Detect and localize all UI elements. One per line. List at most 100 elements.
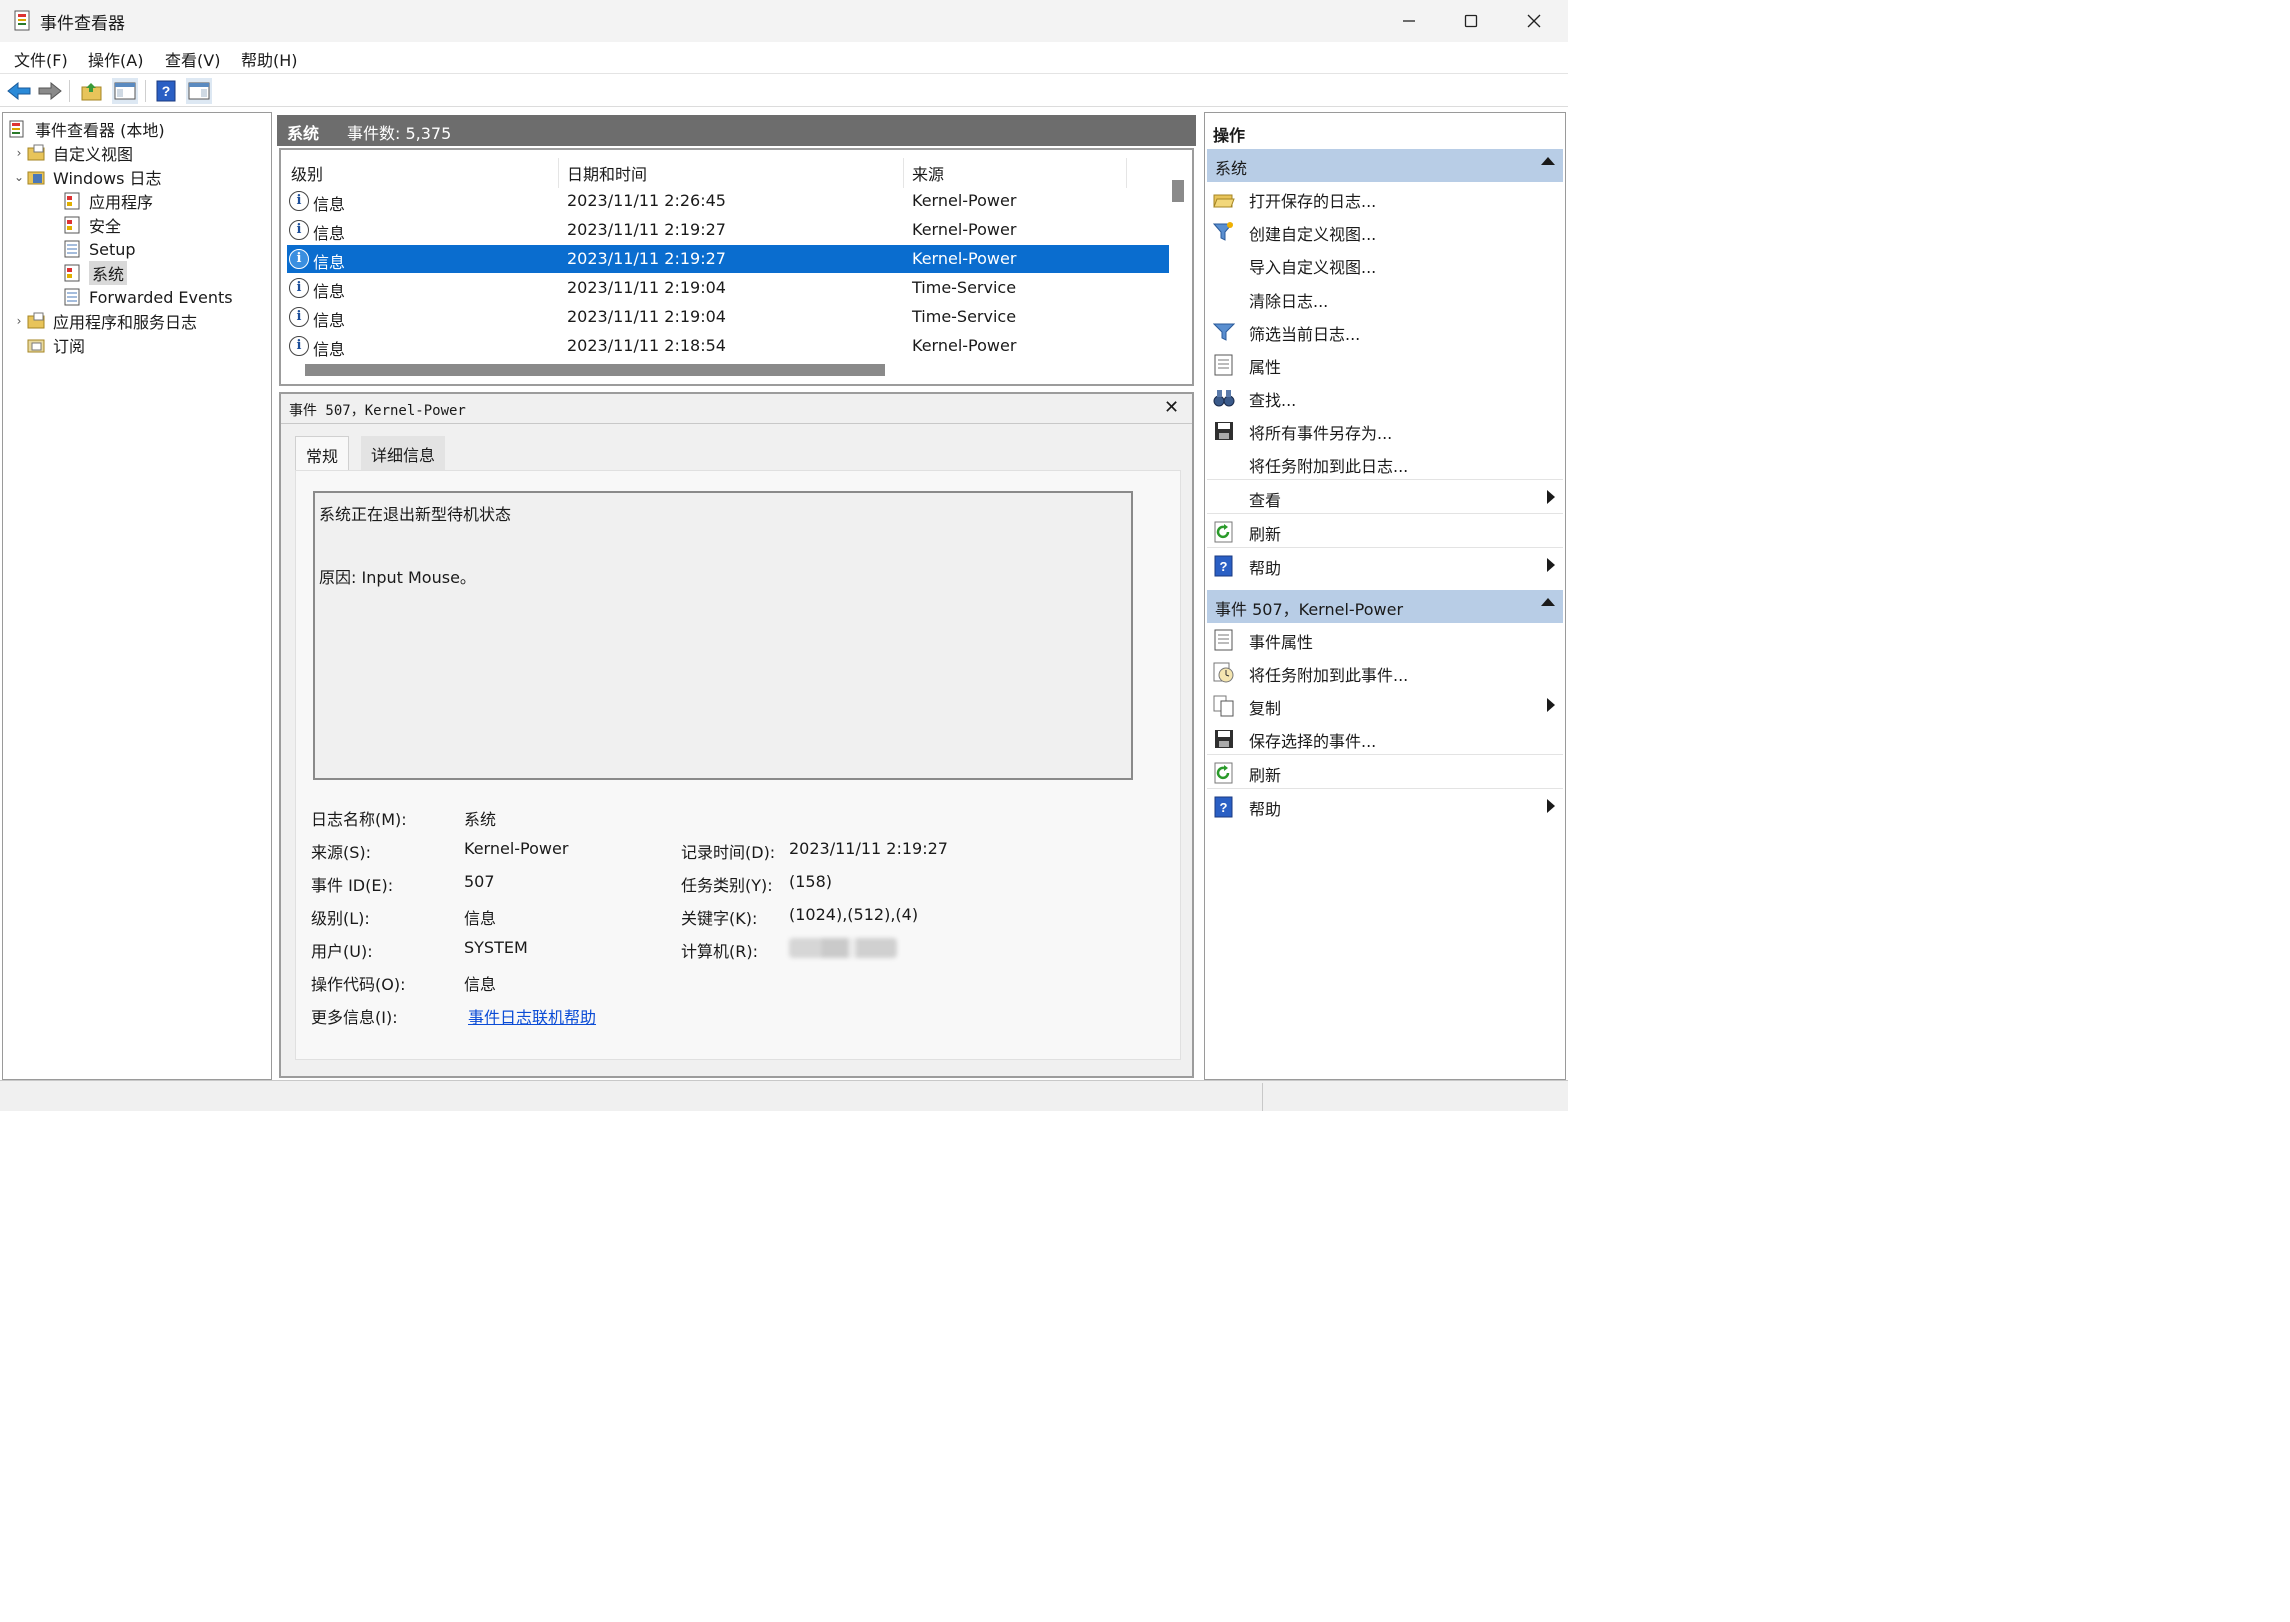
actions-section-system[interactable]: 系统 — [1207, 149, 1563, 182]
action-event-properties[interactable]: 事件属性 — [1207, 623, 1563, 656]
properties-icon — [1214, 354, 1233, 376]
row-datetime: 2023/11/11 2:18:54 — [567, 336, 726, 355]
close-button[interactable] — [1503, 0, 1565, 42]
row-level: 信息 — [313, 224, 346, 243]
action-properties[interactable]: 属性 — [1207, 348, 1563, 381]
open-folder-icon — [1213, 194, 1235, 208]
section-title: 事件 507，Kernel-Power — [1215, 600, 1404, 619]
column-header-datetime[interactable]: 日期和时间 — [567, 161, 647, 185]
tree-item-system[interactable]: 系统 — [7, 261, 233, 285]
forward-button[interactable] — [37, 78, 63, 104]
action-attach-task-to-log[interactable]: 将任务附加到此日志... — [1207, 447, 1563, 480]
save-disk-icon — [1215, 730, 1233, 748]
tree-custom-views[interactable]: › 自定义视图 — [7, 141, 233, 165]
maximize-button[interactable] — [1440, 0, 1502, 42]
action-save-all-events[interactable]: 将所有事件另存为... — [1207, 414, 1563, 447]
computer-name-redacted — [789, 938, 897, 958]
tree-item-label: 应用程序 — [89, 193, 154, 212]
table-row[interactable]: i 信息 2023/11/11 2:19:04 Time-Service — [287, 303, 1169, 331]
action-refresh-event[interactable]: 刷新 — [1207, 756, 1563, 789]
event-id-label: 事件 ID(E): — [311, 876, 394, 895]
table-row[interactable]: i 信息 2023/11/11 2:19:27 Kernel-Power — [287, 216, 1169, 244]
action-create-custom-view[interactable]: 创建自定义视图... — [1207, 215, 1563, 248]
table-row[interactable]: i 信息 2023/11/11 2:19:04 Time-Service — [287, 274, 1169, 302]
action-label: 复制 — [1249, 699, 1282, 718]
action-label: 创建自定义视图... — [1249, 225, 1377, 244]
help-toolbar-button[interactable]: ? — [153, 78, 179, 104]
actions-section-event[interactable]: 事件 507，Kernel-Power — [1207, 590, 1563, 623]
show-hide-action-pane-button[interactable] — [186, 78, 212, 104]
show-hide-tree-button[interactable] — [112, 78, 138, 104]
chevron-right-icon[interactable]: › — [11, 146, 27, 160]
close-detail-button[interactable]: ✕ — [1164, 397, 1179, 418]
column-divider[interactable] — [903, 158, 904, 188]
tree-item-application[interactable]: 应用程序 — [7, 189, 233, 213]
minimize-button[interactable] — [1378, 0, 1440, 42]
log-icon — [64, 216, 80, 234]
chevron-down-icon[interactable]: ⌄ — [11, 170, 27, 184]
event-list: 级别 日期和时间 来源 i 信息 2023/11/11 2:26:45 Kern… — [279, 148, 1194, 386]
tree-root[interactable]: 事件查看器 (本地) — [7, 117, 233, 141]
action-find[interactable]: 查找... — [1207, 381, 1563, 414]
up-folder-button[interactable] — [79, 78, 105, 104]
vertical-scrollbar-thumb[interactable] — [1172, 180, 1184, 202]
action-help-event[interactable]: ? 帮助 — [1207, 790, 1563, 823]
table-row[interactable]: i 信息 2023/11/11 2:18:54 Kernel-Power — [287, 332, 1169, 360]
action-open-saved-log[interactable]: 打开保存的日志... — [1207, 182, 1563, 215]
column-divider[interactable] — [1126, 158, 1127, 188]
column-header-source[interactable]: 来源 — [912, 161, 944, 185]
tree-subscriptions[interactable]: 订阅 — [7, 333, 233, 357]
tree-windows-logs[interactable]: ⌄ Windows 日志 — [7, 165, 233, 189]
source-value: Kernel-Power — [464, 839, 569, 858]
tab-general[interactable]: 常规 — [295, 436, 350, 470]
chevron-right-icon[interactable]: › — [11, 314, 27, 328]
tree-item-security[interactable]: 安全 — [7, 213, 233, 237]
menu-view[interactable]: 查看(V) — [165, 47, 220, 71]
action-label: 查看 — [1249, 491, 1282, 510]
tree-item-forwarded-events[interactable]: Forwarded Events — [7, 285, 233, 309]
action-view[interactable]: 查看 — [1207, 481, 1563, 514]
event-detail-title: 事件 507，Kernel-Power — [289, 403, 466, 419]
event-message-box[interactable]: 系统正在退出新型待机状态 原因: Input Mouse。 — [313, 491, 1133, 780]
back-button[interactable] — [6, 78, 32, 104]
tree-item-setup[interactable]: Setup — [7, 237, 233, 261]
message-line: 系统正在退出新型待机状态 — [319, 505, 512, 524]
action-help[interactable]: ? 帮助 — [1207, 549, 1563, 582]
column-header-level[interactable]: 级别 — [291, 161, 323, 185]
action-refresh[interactable]: 刷新 — [1207, 515, 1563, 548]
toolbar: ? — [0, 74, 1568, 107]
collapse-icon[interactable] — [1541, 598, 1555, 606]
help-book-icon: ? — [1214, 796, 1233, 818]
table-row-selected[interactable]: i 信息 2023/11/11 2:19:27 Kernel-Power — [287, 245, 1169, 273]
action-attach-task-to-event[interactable]: 将任务附加到此事件... — [1207, 656, 1563, 689]
submenu-arrow-icon — [1547, 558, 1555, 572]
action-import-custom-view[interactable]: 导入自定义视图... — [1207, 248, 1563, 281]
menu-file[interactable]: 文件(F) — [14, 47, 68, 71]
action-filter-current-log[interactable]: 筛选当前日志... — [1207, 315, 1563, 348]
table-row[interactable]: i 信息 2023/11/11 2:26:45 Kernel-Power — [287, 187, 1169, 215]
tree-app-service-logs[interactable]: › 应用程序和服务日志 — [7, 309, 233, 333]
horizontal-scrollbar-thumb[interactable] — [305, 364, 885, 376]
task-category-label: 任务类别(Y): — [681, 876, 773, 895]
menu-action[interactable]: 操作(A) — [88, 47, 143, 71]
column-divider[interactable] — [558, 158, 559, 188]
online-help-link[interactable]: 事件日志联机帮助 — [468, 1004, 596, 1028]
action-save-selected-events[interactable]: 保存选择的事件... — [1207, 722, 1563, 755]
keywords-value: (1024),(512),(4) — [789, 905, 919, 924]
menu-help[interactable]: 帮助(H) — [241, 47, 298, 71]
collapse-icon[interactable] — [1541, 157, 1555, 165]
actions-pane: 操作 系统 打开保存的日志... 创建自定义视图... 导入自定义视图... 清… — [1204, 112, 1566, 1080]
action-label: 打开保存的日志... — [1249, 192, 1377, 211]
event-count: 事件数: 5,375 — [347, 124, 452, 143]
source-label: 来源(S): — [311, 843, 372, 862]
opcode-label: 操作代码(O): — [311, 975, 406, 994]
info-icon: i — [289, 191, 309, 211]
action-clear-log[interactable]: 清除日志... — [1207, 282, 1563, 315]
title-bar: 事件查看器 — [0, 0, 1568, 42]
more-info-label: 更多信息(I): — [311, 1008, 398, 1027]
filter-star-icon — [1213, 222, 1234, 241]
row-source: Kernel-Power — [912, 249, 1017, 268]
tab-details[interactable]: 详细信息 — [361, 436, 446, 470]
action-copy[interactable]: 复制 — [1207, 689, 1563, 722]
event-viewer-icon — [9, 120, 24, 138]
